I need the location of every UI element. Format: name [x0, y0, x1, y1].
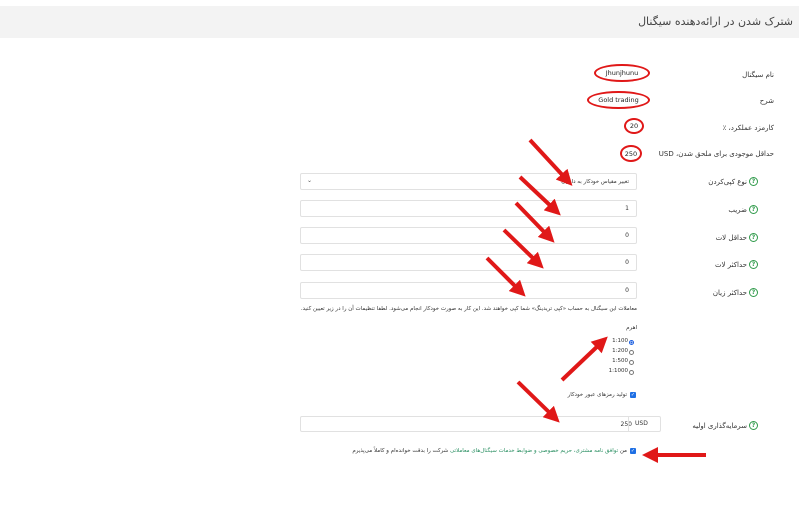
arrow-leverage: [560, 336, 608, 382]
arrow-copy-type: [528, 138, 573, 186]
arrow-investment: [516, 380, 560, 423]
arrow-max-loss: [485, 256, 526, 297]
arrow-max-lot: [502, 228, 544, 269]
annotation-arrows: [485, 138, 706, 463]
arrow-min-lot: [514, 201, 555, 243]
arrow-multiplier: [518, 175, 561, 216]
